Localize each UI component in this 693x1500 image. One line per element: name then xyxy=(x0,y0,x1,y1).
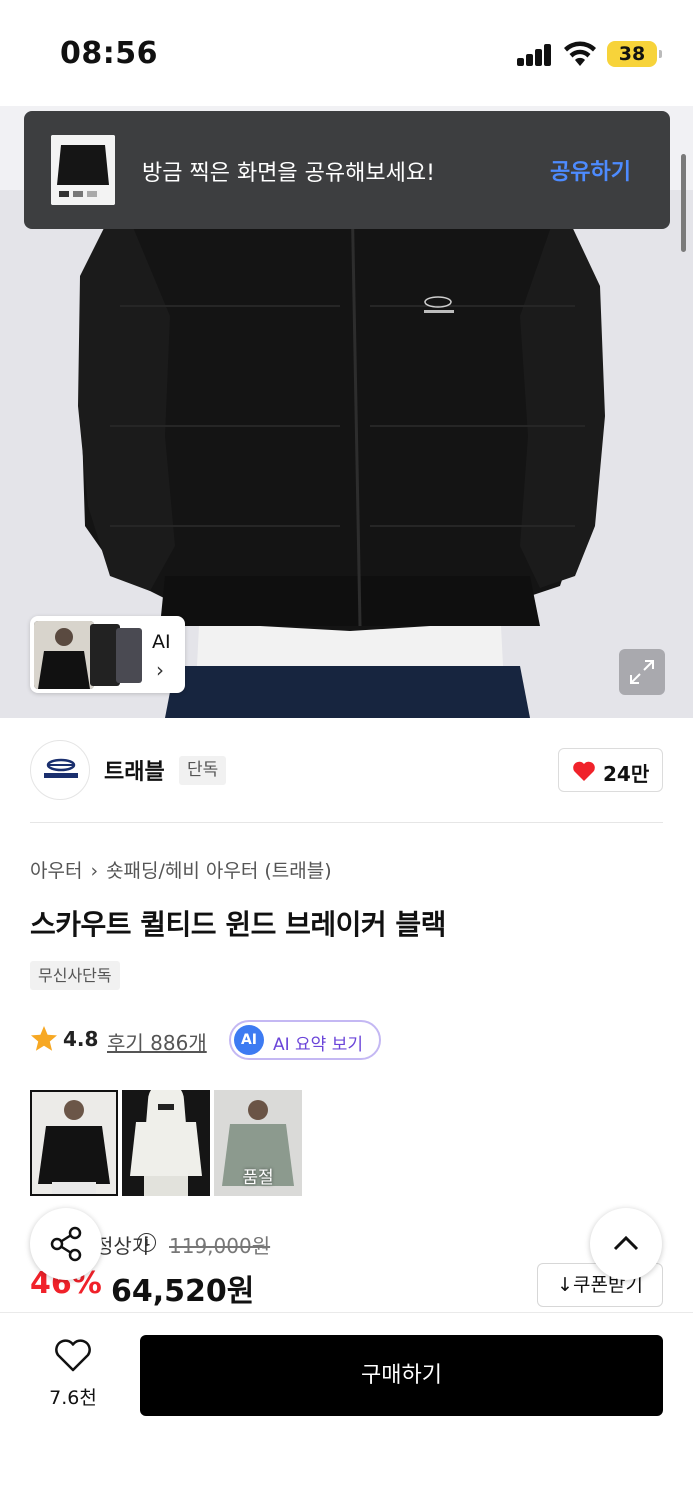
ai-image-strip[interactable]: AI › xyxy=(30,616,185,693)
brand-name[interactable]: 트래블 xyxy=(104,754,165,786)
info-icon[interactable]: i xyxy=(137,1233,156,1252)
expand-icon xyxy=(630,660,654,684)
strip-thumb-1 xyxy=(34,621,94,689)
screenshot-thumbnail[interactable] xyxy=(51,135,115,205)
heart-icon xyxy=(573,761,595,781)
signal-icon xyxy=(517,44,553,66)
rating-value: 4.8 xyxy=(63,1027,99,1051)
original-price: 119,000원 xyxy=(169,1234,271,1258)
brand-logo[interactable] xyxy=(30,740,90,800)
color-swatch-black[interactable] xyxy=(30,1090,118,1196)
toast-message: 방금 찍은 화면을 공유해보세요! xyxy=(142,161,435,186)
ai-badge-icon: AI xyxy=(234,1025,264,1055)
brand-exclusive-tag: 단독 xyxy=(179,756,227,785)
star-icon xyxy=(31,1026,57,1051)
wifi-icon xyxy=(564,41,596,66)
ai-summary-label: AI 요약 보기 xyxy=(273,1035,364,1055)
color-swatch-white[interactable] xyxy=(122,1090,210,1196)
chevron-up-icon xyxy=(613,1235,639,1251)
toast-share-button[interactable]: 공유하기 xyxy=(550,154,631,186)
strip-thumb-3 xyxy=(116,628,142,683)
review-count-link[interactable]: 후기 886개 xyxy=(107,1027,207,1056)
scroll-indicator xyxy=(681,154,686,252)
sale-price: 64,520원 xyxy=(111,1274,255,1309)
breadcrumb-item-2[interactable]: 숏패딩/헤비 아우터 (트래블) xyxy=(106,860,332,882)
chevron-right-icon: › xyxy=(90,860,99,882)
wish-count: 7.6천 xyxy=(49,1387,97,1409)
screenshot-share-toast: 방금 찍은 화면을 공유해보세요! 공유하기 xyxy=(24,111,670,229)
chevron-right-icon: › xyxy=(156,658,164,682)
scroll-top-button[interactable] xyxy=(590,1208,662,1280)
soldout-label: 품절 xyxy=(242,1168,274,1188)
buy-button[interactable]: 구매하기 xyxy=(140,1335,663,1416)
color-swatch-gray[interactable]: 품절 xyxy=(214,1090,302,1196)
share-button[interactable] xyxy=(30,1208,102,1280)
battery-indicator: 38 xyxy=(607,41,662,67)
brand-like-button[interactable]: 24만 xyxy=(558,748,663,792)
bottom-action-bar: 7.6천 구매하기 xyxy=(0,1312,693,1500)
share-icon xyxy=(50,1226,82,1262)
product-title: 스카우트 퀼티드 윈드 브레이커 블랙 xyxy=(30,908,446,941)
status-bar: 08:56 38 xyxy=(0,0,693,106)
brand-like-count: 24만 xyxy=(603,762,650,786)
divider xyxy=(30,822,663,823)
heart-outline-icon[interactable] xyxy=(54,1339,92,1373)
ai-strip-label: AI xyxy=(152,631,171,653)
ai-summary-button[interactable]: AI AI 요약 보기 xyxy=(229,1020,381,1060)
breadcrumb-item-1[interactable]: 아우터 xyxy=(30,860,82,882)
expand-image-button[interactable] xyxy=(619,649,665,695)
exclusive-badge: 무신사단독 xyxy=(30,961,120,990)
status-time: 08:56 xyxy=(60,36,158,71)
breadcrumb: 아우터 › 숏패딩/헤비 아우터 (트래블) xyxy=(30,856,332,883)
